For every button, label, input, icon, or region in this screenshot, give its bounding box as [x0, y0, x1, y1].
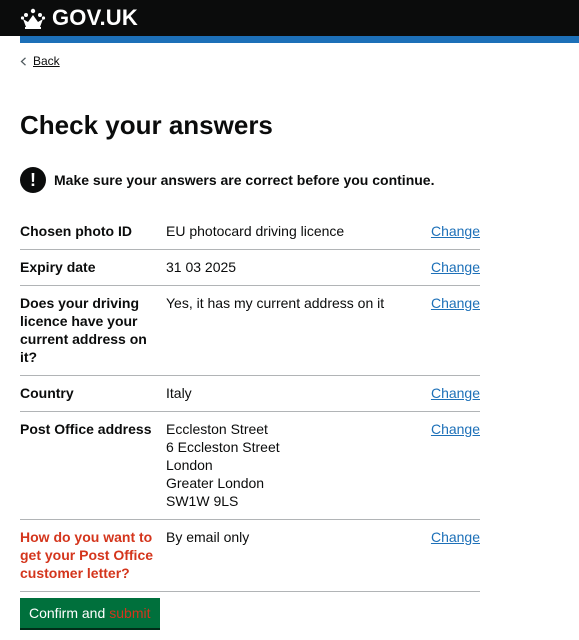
summary-value: 31 03 2025	[166, 258, 426, 276]
warning-icon: !	[20, 167, 46, 193]
chevron-left-icon	[20, 56, 26, 66]
change-link-customer-letter[interactable]: Change	[431, 529, 480, 545]
address-line: London	[166, 457, 213, 473]
summary-row-expiry-date: Expiry date 31 03 2025 Change	[20, 250, 480, 286]
back-link[interactable]: Back	[20, 54, 60, 68]
change-link-post-office-address[interactable]: Change	[431, 421, 480, 437]
summary-value-line: By email only	[166, 529, 250, 545]
address-line: Greater London	[166, 475, 265, 491]
change-link-expiry-date[interactable]: Change	[431, 259, 480, 275]
address-line: 6 Eccleston Street	[166, 439, 280, 455]
crown-icon	[20, 8, 46, 29]
summary-value: Italy	[166, 384, 426, 402]
summary-key: Post Office address	[20, 421, 152, 437]
summary-value-line: EU photocard driving licence	[166, 223, 345, 239]
summary-row-country: Country Italy Change	[20, 376, 480, 412]
button-label-part1: Confirm and	[29, 605, 106, 621]
summary-value-line: Yes, it has my current address on it	[166, 295, 385, 311]
summary-list: Chosen photo ID EU photocard driving lic…	[20, 214, 480, 592]
address-line: Eccleston Street	[166, 421, 268, 437]
summary-row-licence-address: Does your driving licence have your curr…	[20, 286, 480, 376]
page-title: Check your answers	[20, 110, 273, 140]
change-link-licence-address[interactable]: Change	[431, 295, 480, 311]
warning-text-block: ! Make sure your answers are correct bef…	[20, 167, 434, 193]
logo-text: GOV.UK	[52, 5, 138, 30]
summary-value: EU photocard driving licence	[166, 222, 426, 240]
change-link-photo-id[interactable]: Change	[431, 223, 480, 239]
warning-message: Make sure your answers are correct befor…	[54, 172, 435, 188]
confirm-and-submit-button[interactable]: Confirm and submit	[20, 598, 160, 628]
summary-key: Chosen photo ID	[20, 223, 132, 239]
address-line: SW1W 9LS	[166, 493, 239, 509]
back-link-label[interactable]: Back	[33, 54, 60, 68]
summary-row-photo-id: Chosen photo ID EU photocard driving lic…	[20, 214, 480, 250]
govuk-logo-link[interactable]: GOV.UK	[20, 6, 138, 30]
button-label-part2: submit	[109, 605, 151, 621]
summary-row-customer-letter: How do you want to get your Post Office …	[20, 520, 480, 592]
summary-value: By email only	[166, 528, 426, 582]
summary-value-line: Italy	[166, 385, 192, 401]
summary-key-error: How do you want to get your Post Office …	[20, 529, 154, 581]
summary-row-post-office-address: Post Office address Eccleston Street 6 E…	[20, 412, 480, 520]
summary-key: Country	[20, 385, 74, 401]
site-header: GOV.UK	[0, 0, 579, 36]
summary-key: Expiry date	[20, 259, 96, 275]
header-accent-bar	[20, 36, 579, 43]
summary-value: Eccleston Street 6 Eccleston Street Lond…	[166, 420, 426, 510]
change-link-country[interactable]: Change	[431, 385, 480, 401]
summary-value: Yes, it has my current address on it	[166, 294, 426, 366]
summary-value-line: 31 03 2025	[166, 259, 237, 275]
summary-key: Does your driving licence have your curr…	[20, 295, 147, 365]
